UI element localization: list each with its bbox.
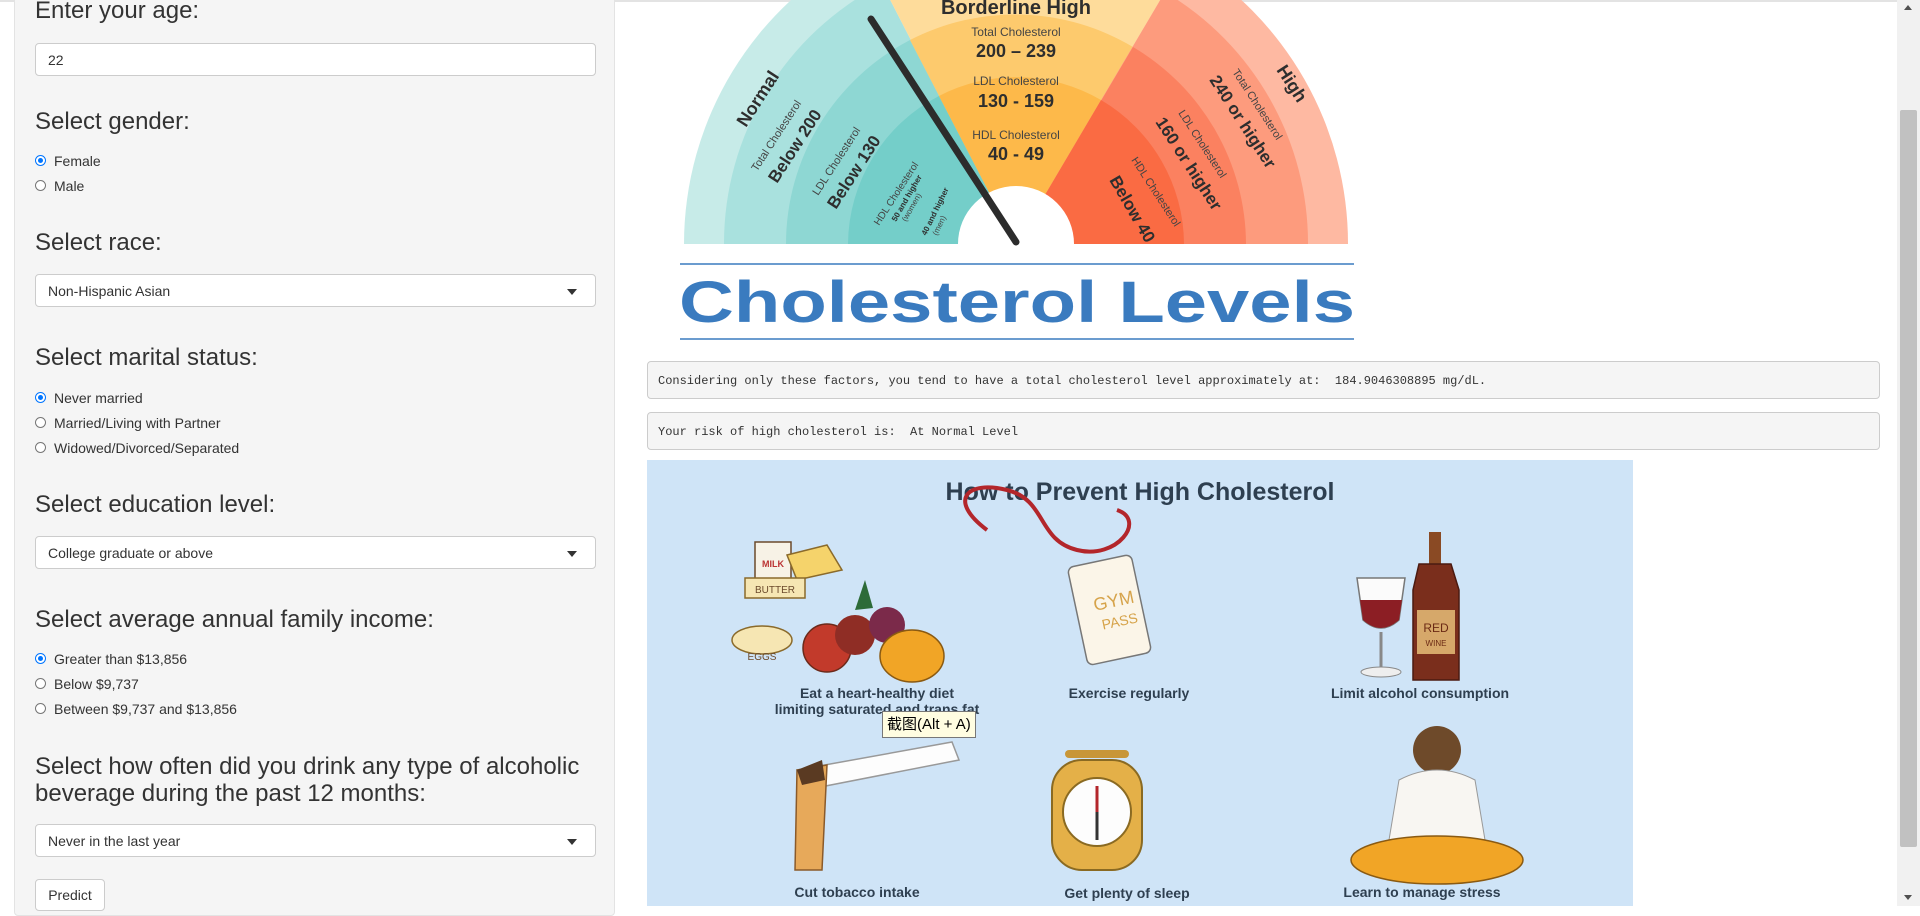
- meditation-icon: [1350, 726, 1524, 885]
- radio-icon[interactable]: [35, 417, 46, 428]
- radio-icon[interactable]: [35, 442, 46, 453]
- scroll-arrow-down-icon[interactable]: [1904, 895, 1912, 900]
- butter-text: BUTTER: [755, 585, 795, 596]
- prevention-illustrations: MILK BUTTER EGGS GYM PASS RED WINE: [731, 485, 1524, 885]
- cigarette-icon: [794, 741, 961, 871]
- borderline-hdl-value: 40 - 49: [988, 144, 1044, 164]
- education-select-value: College graduate or above: [48, 545, 214, 561]
- gauge-title: Cholesterol Levels: [679, 270, 1355, 335]
- gym-pass-icon: GYM PASS: [963, 485, 1152, 666]
- age-input[interactable]: [35, 43, 596, 76]
- borderline-ldl-value: 130 - 159: [978, 91, 1054, 111]
- race-label: Select race:: [35, 229, 162, 256]
- education-label: Select education level:: [35, 491, 276, 518]
- radio-icon[interactable]: [35, 180, 46, 191]
- race-select[interactable]: Non-Hispanic Asian: [35, 274, 596, 307]
- alcohol-label-line2: beverage during the past 12 months:: [35, 780, 426, 807]
- radio-icon[interactable]: [35, 155, 46, 166]
- gender-label: Select gender:: [35, 108, 190, 135]
- marital-option-label: Never married: [54, 390, 143, 406]
- gender-option-label: Male: [54, 178, 85, 194]
- caption-tobacco: Cut tobacco intake: [794, 884, 920, 900]
- income-label: Select average annual family income:: [35, 606, 434, 633]
- borderline-total-value: 200 – 239: [976, 41, 1056, 61]
- borderline-heading: Borderline High: [941, 0, 1091, 19]
- radio-icon[interactable]: [35, 392, 46, 403]
- marital-option-label: Widowed/Divorced/Separated: [54, 440, 240, 456]
- income-option-label: Below $9,737: [54, 676, 139, 692]
- caption-alcohol: Limit alcohol consumption: [1330, 685, 1510, 701]
- wine-label-subtext: WINE: [1426, 639, 1447, 648]
- income-option-label: Between $9,737 and $13,856: [54, 701, 237, 717]
- caption-diet-line2: limiting saturated and trans fat: [774, 701, 980, 717]
- income-option-label: Greater than $13,856: [54, 651, 188, 667]
- wine-label-text: RED: [1423, 621, 1449, 635]
- risk-output: Your risk of high cholesterol is: At Nor…: [647, 412, 1880, 450]
- alcohol-select[interactable]: Never in the last year: [35, 824, 596, 857]
- scrollbar-thumb[interactable]: [1900, 110, 1917, 847]
- caption-diet-line1: Eat a heart-healthy diet: [799, 685, 955, 701]
- prevention-poster: How to Prevent High Cholesterol MILK BUT…: [647, 460, 1633, 906]
- cholesterol-gauge: Borderline High Total Cholesterol 200 – …: [679, 0, 1355, 340]
- gender-option-label: Female: [54, 153, 101, 169]
- caption-exercise: Exercise regularly: [1068, 685, 1190, 701]
- caret-down-icon: [567, 839, 577, 845]
- page-scrollbar[interactable]: [1897, 0, 1920, 906]
- caret-down-icon: [567, 551, 577, 557]
- input-sidebar: Enter your age: Select gender: Female Ma…: [14, 0, 615, 916]
- alcohol-select-value: Never in the last year: [48, 833, 181, 849]
- race-select-value: Non-Hispanic Asian: [48, 283, 171, 299]
- caption-stress: Learn to manage stress: [1343, 884, 1501, 900]
- scroll-arrow-up-icon[interactable]: [1904, 5, 1912, 10]
- wine-icon: RED WINE: [1356, 532, 1460, 681]
- radio-icon[interactable]: [35, 678, 46, 689]
- borderline-ldl-label: LDL Cholesterol: [973, 74, 1059, 88]
- eggs-text: EGGS: [748, 652, 777, 663]
- caption-sleep: Get plenty of sleep: [1064, 885, 1190, 901]
- healthy-food-icon: MILK BUTTER EGGS: [731, 541, 945, 683]
- cholesterol-level-output: Considering only these factors, you tend…: [647, 361, 1880, 399]
- screenshot-tooltip: 截图(Alt + A): [882, 711, 976, 738]
- age-label: Enter your age:: [35, 0, 200, 24]
- marital-label: Select marital status:: [35, 344, 258, 371]
- education-select[interactable]: College graduate or above: [35, 536, 596, 569]
- marital-option-label: Married/Living with Partner: [54, 415, 221, 431]
- alarm-clock-icon: [1051, 750, 1143, 871]
- borderline-hdl-label: HDL Cholesterol: [972, 128, 1060, 142]
- predict-button[interactable]: Predict: [35, 879, 105, 911]
- borderline-total-label: Total Cholesterol: [971, 25, 1060, 39]
- radio-icon[interactable]: [35, 653, 46, 664]
- milk-carton-text: MILK: [762, 559, 784, 569]
- alcohol-label-line1: Select how often did you drink any type …: [35, 753, 580, 780]
- caret-down-icon: [567, 289, 577, 295]
- radio-icon[interactable]: [35, 703, 46, 714]
